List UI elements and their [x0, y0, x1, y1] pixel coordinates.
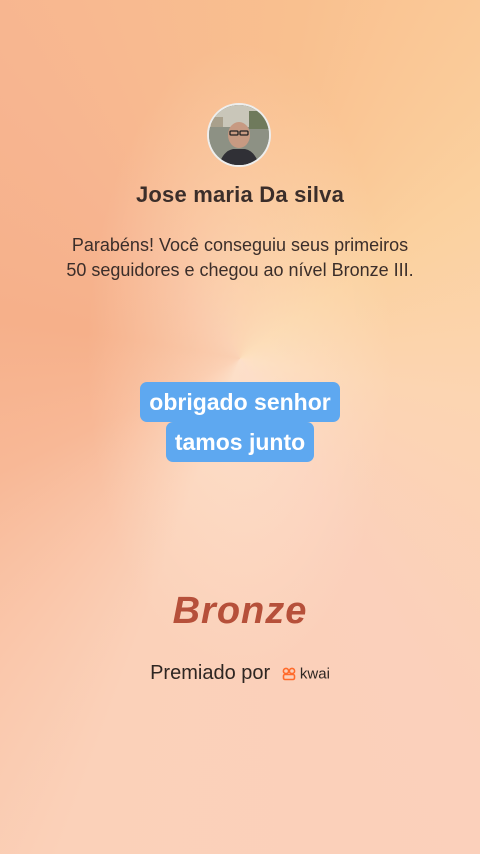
- user-caption: obrigado senhor tamos junto: [0, 382, 480, 462]
- level-badge-title: Bronze: [172, 590, 308, 632]
- awarded-by-row: Premiado por kwai: [0, 662, 480, 685]
- avatar[interactable]: [207, 103, 271, 167]
- kwai-logo-icon: [282, 667, 296, 681]
- caption-line-2: tamos junto: [165, 422, 315, 462]
- awarded-by-label: Premiado por: [150, 662, 271, 685]
- achievement-message: Parabéns! Você conseguiu seus primeiros …: [66, 235, 414, 280]
- kwai-logo: kwai: [282, 665, 330, 683]
- kwai-brand-text: kwai: [299, 665, 330, 683]
- profile-name: Jose maria Da silva: [135, 182, 345, 207]
- user-avatar-icon: [209, 105, 269, 165]
- caption-line-1: obrigado senhor: [140, 382, 340, 422]
